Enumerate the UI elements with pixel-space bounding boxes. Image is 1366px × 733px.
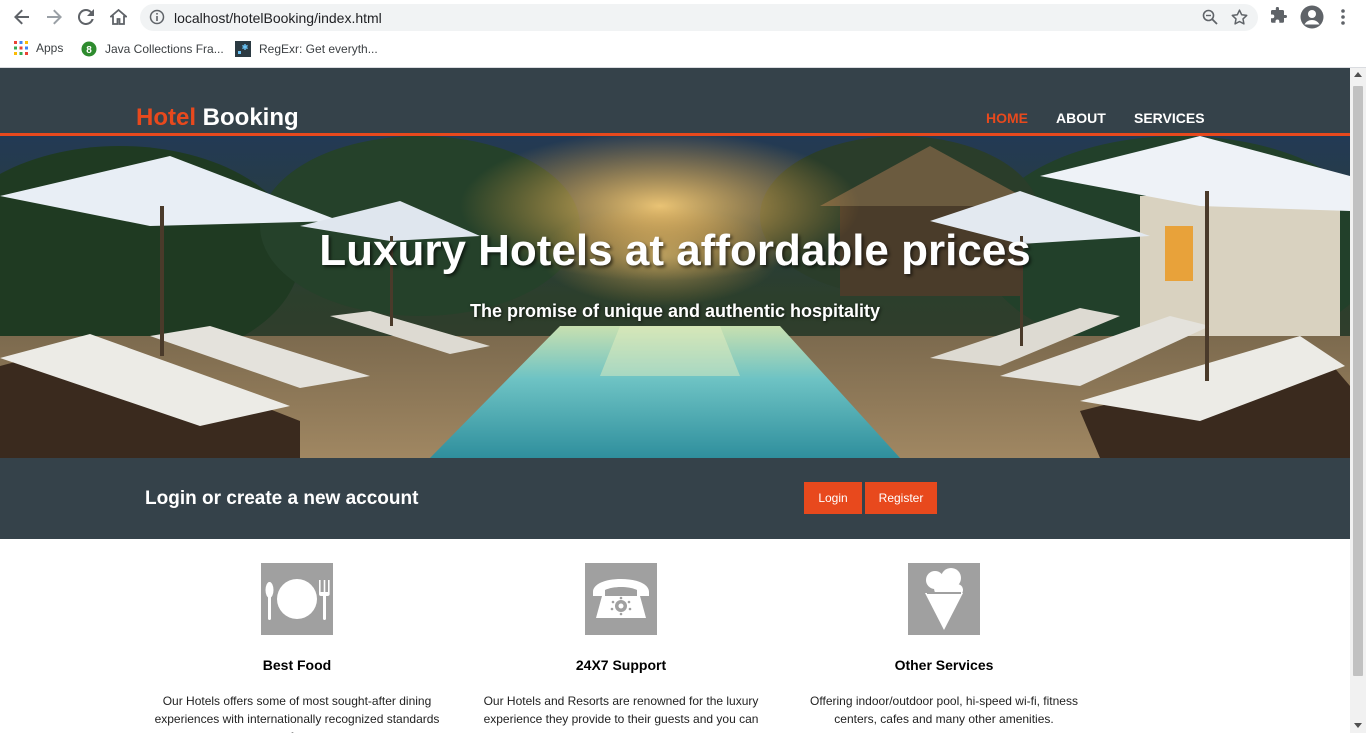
svg-text:8: 8 [86, 45, 92, 56]
bookmark-java-collections[interactable]: 8 Java Collections Fra... [81, 41, 224, 57]
bookmark-star-icon[interactable] [1231, 9, 1248, 30]
home-icon[interactable] [105, 5, 131, 29]
showcase-banner: Luxury Hotels at affordable prices The p… [0, 136, 1350, 458]
register-button[interactable]: Register [865, 482, 937, 514]
regexr-favicon-icon [235, 41, 251, 57]
bookmark-regexr[interactable]: RegExr: Get everyth... [235, 41, 378, 57]
url-text[interactable]: localhost/hotelBooking/index.html [174, 10, 382, 26]
scrollbar-thumb[interactable] [1353, 86, 1363, 676]
site-header: Hotel Booking HOME ABOUT SERVICES [0, 68, 1350, 136]
reload-icon[interactable] [73, 5, 99, 29]
logo-rest: Booking [196, 104, 299, 131]
site-info-icon[interactable] [149, 9, 165, 30]
login-button[interactable]: Login [804, 482, 862, 514]
java-favicon-icon: 8 [81, 41, 97, 57]
bookmark-label: Apps [36, 41, 64, 55]
showcase-title: Luxury Hotels at affordable prices [319, 226, 1031, 275]
bookmark-apps[interactable]: Apps [14, 41, 63, 55]
login-heading: Login or create a new account [145, 488, 419, 509]
nav-home[interactable]: HOME [986, 110, 1028, 126]
extensions-puzzle-icon[interactable] [1271, 6, 1288, 29]
apps-grid-icon [14, 41, 28, 55]
site-logo[interactable]: Hotel Booking [136, 104, 299, 132]
login-section: Login or create a new account Login Regi… [0, 458, 1350, 539]
plate-cutlery-icon [261, 563, 333, 635]
bookmark-label: Java Collections Fra... [105, 42, 224, 56]
feature-title: Other Services [894, 657, 994, 673]
feature-title: Best Food [262, 657, 332, 673]
ice-cream-icon [908, 563, 980, 635]
page-viewport: Hotel Booking HOME ABOUT SERVICES Luxury… [0, 68, 1350, 733]
feature-text: Offering indoor/outdoor pool, hi-speed w… [810, 694, 1078, 726]
browser-chrome: localhost/hotelBooking/index.html Apps 8… [0, 0, 1366, 68]
resort-pool-image [0, 136, 1350, 458]
feature-box-food: Best Food Our Hotels offers some of most… [137, 563, 457, 733]
browser-toolbar: localhost/hotelBooking/index.html [0, 0, 1366, 35]
browser-menu-icon[interactable] [1340, 9, 1346, 30]
scroll-up-icon[interactable] [1354, 72, 1362, 77]
feature-text: Our Hotels and Resorts are renowned for … [483, 694, 759, 733]
forward-icon[interactable] [41, 5, 67, 29]
telephone-icon [585, 563, 657, 635]
feature-box-other: Other Services Offering indoor/outdoor p… [784, 563, 1104, 728]
feature-title: 24X7 Support [575, 657, 667, 673]
bookmarks-bar: Apps 8 Java Collections Fra... RegExr: G… [0, 37, 1366, 61]
nav-services[interactable]: SERVICES [1134, 110, 1205, 126]
page-scrollbar[interactable] [1350, 68, 1366, 733]
nav-about[interactable]: ABOUT [1056, 110, 1106, 126]
address-bar[interactable]: localhost/hotelBooking/index.html [140, 4, 1258, 31]
zoom-icon[interactable] [1202, 9, 1218, 30]
bookmark-label: RegExr: Get everyth... [259, 42, 378, 56]
logo-highlight: Hotel [136, 104, 196, 131]
back-icon[interactable] [9, 5, 35, 29]
feature-box-support: 24X7 Support Our Hotels and Resorts are … [461, 563, 781, 733]
feature-text: Our Hotels offers some of most sought-af… [154, 694, 440, 733]
showcase-subtitle: The promise of unique and authentic hosp… [469, 301, 881, 321]
scroll-down-icon[interactable] [1354, 723, 1362, 728]
profile-avatar-icon[interactable] [1300, 5, 1324, 34]
